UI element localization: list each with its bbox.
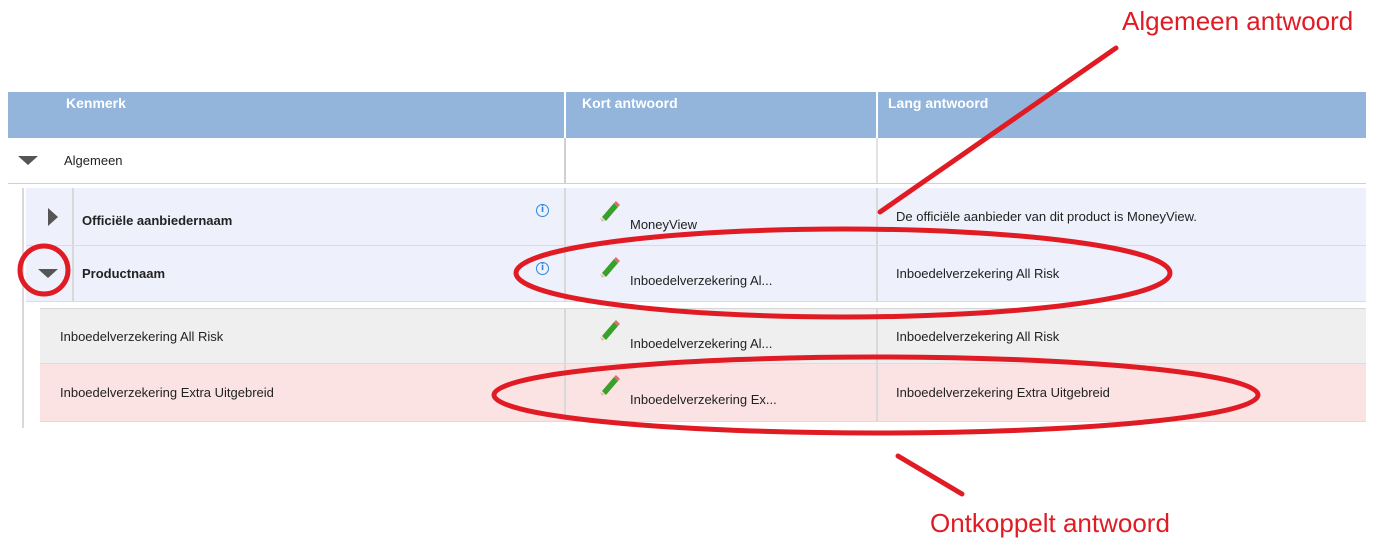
annotation-ellipse-productnaam xyxy=(513,226,1173,320)
annotation-overlay xyxy=(17,45,1261,497)
annotation-pointer-line xyxy=(895,453,965,497)
annotation-ellipse-extra-uitgebreid xyxy=(491,354,1261,436)
annotation-arrow-line xyxy=(877,45,1119,215)
annotation-circle-expander xyxy=(17,243,71,297)
